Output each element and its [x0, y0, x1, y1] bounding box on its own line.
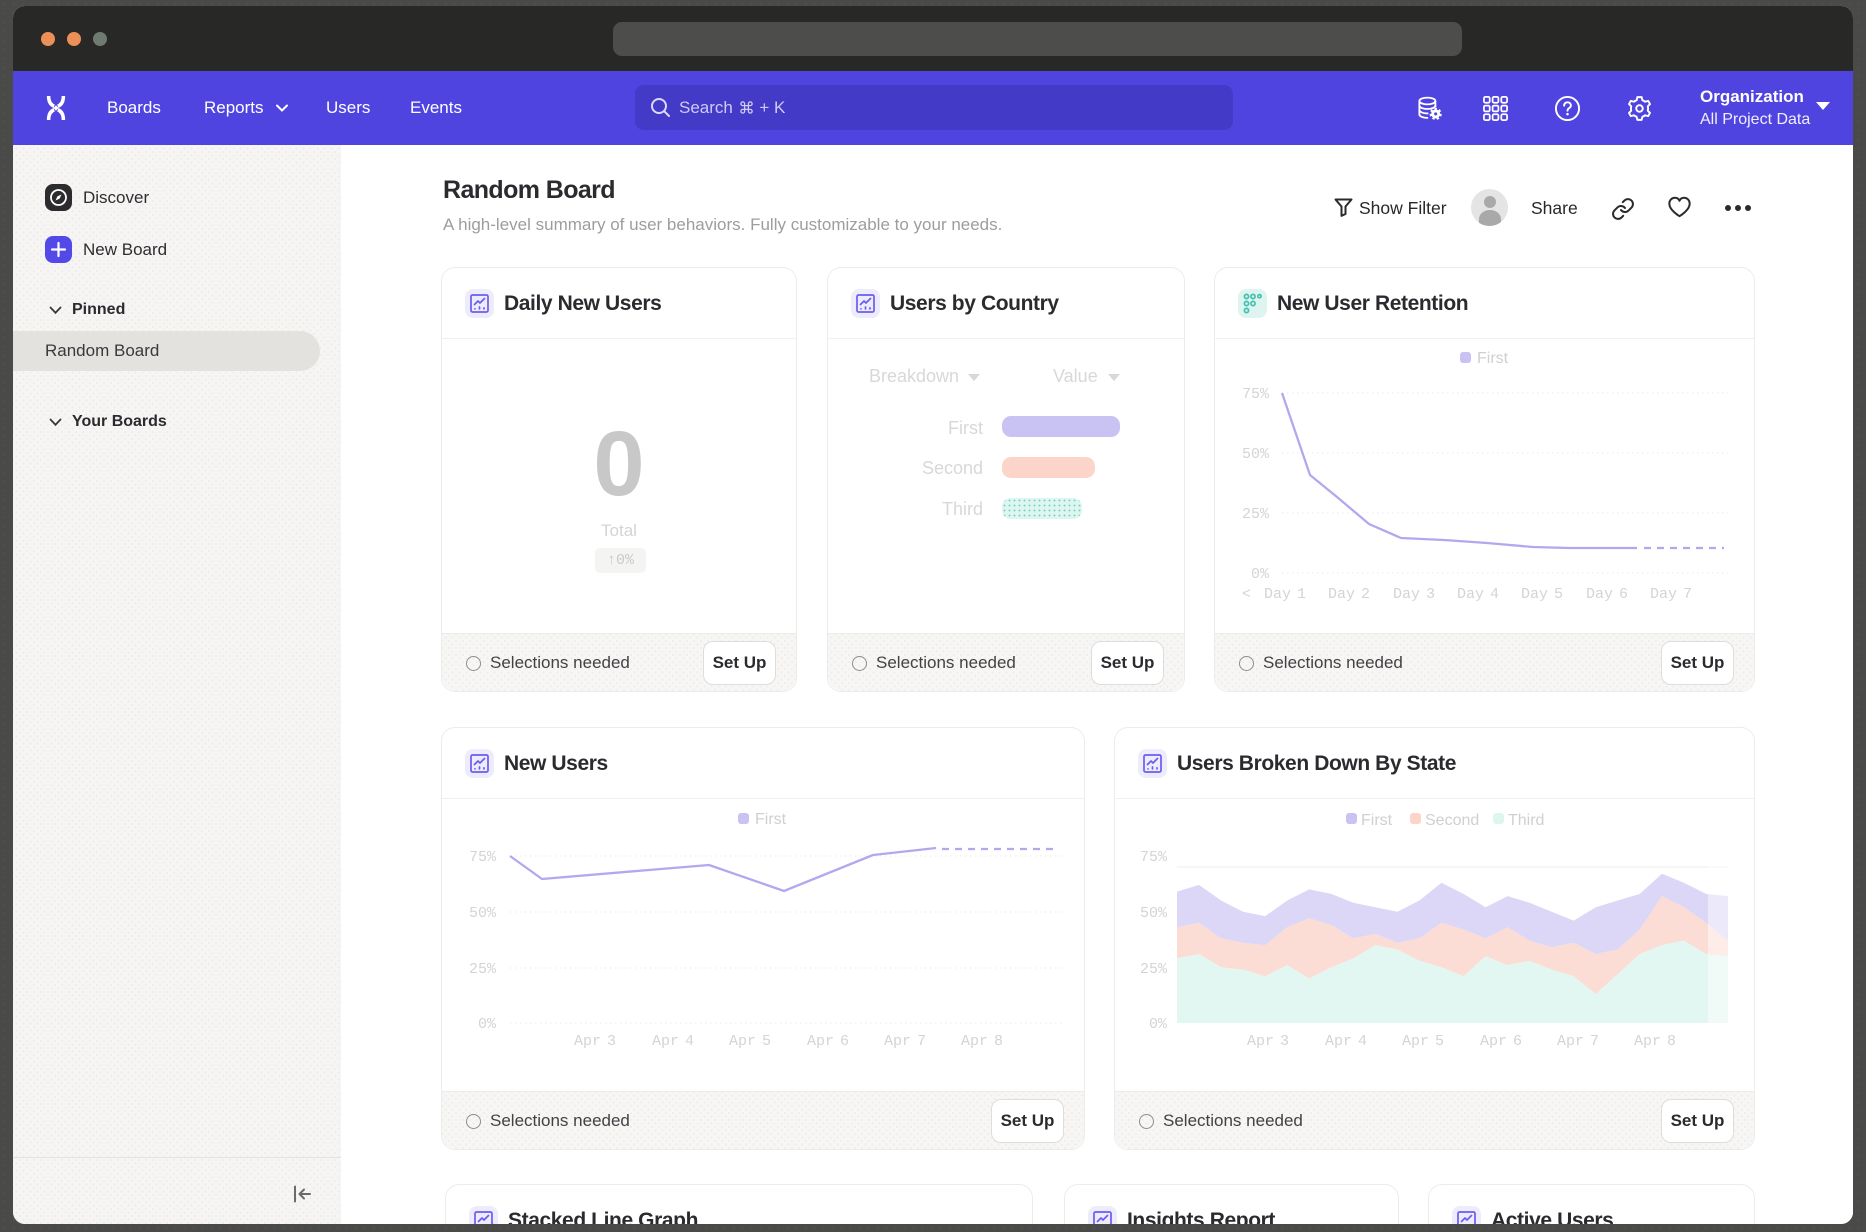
svg-text:25%: 25% [1140, 961, 1168, 978]
svg-text:25%: 25% [1242, 506, 1270, 523]
svg-text:50%: 50% [469, 905, 497, 922]
svg-text:Day 4: Day 4 [1457, 586, 1499, 603]
svg-text:Apr 6: Apr 6 [807, 1033, 849, 1050]
svg-text:Apr 4: Apr 4 [1325, 1033, 1367, 1050]
svg-text:Day 5: Day 5 [1521, 586, 1563, 603]
svg-text:Second: Second [1425, 812, 1479, 829]
svg-text:50%: 50% [1242, 446, 1270, 463]
svg-text:75%: 75% [1140, 849, 1168, 866]
svg-text:First: First [1477, 350, 1509, 367]
svg-text:Day 1: Day 1 [1264, 586, 1306, 603]
svg-text:Third: Third [1508, 812, 1544, 829]
svg-text:0%: 0% [478, 1016, 497, 1033]
svg-text:0%: 0% [1149, 1016, 1168, 1033]
svg-text:25%: 25% [469, 961, 497, 978]
svg-text:Apr 6: Apr 6 [1480, 1033, 1522, 1050]
svg-text:Day 7: Day 7 [1650, 586, 1692, 603]
svg-text:Apr 8: Apr 8 [1634, 1033, 1676, 1050]
svg-text:Apr 3: Apr 3 [574, 1033, 616, 1050]
svg-text:50%: 50% [1140, 905, 1168, 922]
svg-text:Day 3: Day 3 [1393, 586, 1435, 603]
svg-text:Apr 8: Apr 8 [961, 1033, 1003, 1050]
svg-text:Apr 3: Apr 3 [1247, 1033, 1289, 1050]
svg-text:First: First [1361, 812, 1393, 829]
svg-text:75%: 75% [469, 849, 497, 866]
svg-text:Apr 7: Apr 7 [884, 1033, 926, 1050]
svg-text:Apr 5: Apr 5 [1402, 1033, 1444, 1050]
svg-text:Apr 5: Apr 5 [729, 1033, 771, 1050]
svg-text:Apr 4: Apr 4 [652, 1033, 694, 1050]
svg-text:75%: 75% [1242, 386, 1270, 403]
svg-text:Day 2: Day 2 [1328, 586, 1370, 603]
svg-text:Day 6: Day 6 [1586, 586, 1628, 603]
svg-text:<: < [1242, 586, 1251, 603]
svg-text:0%: 0% [1251, 566, 1270, 583]
svg-text:First: First [755, 811, 787, 828]
svg-text:Apr 7: Apr 7 [1557, 1033, 1599, 1050]
